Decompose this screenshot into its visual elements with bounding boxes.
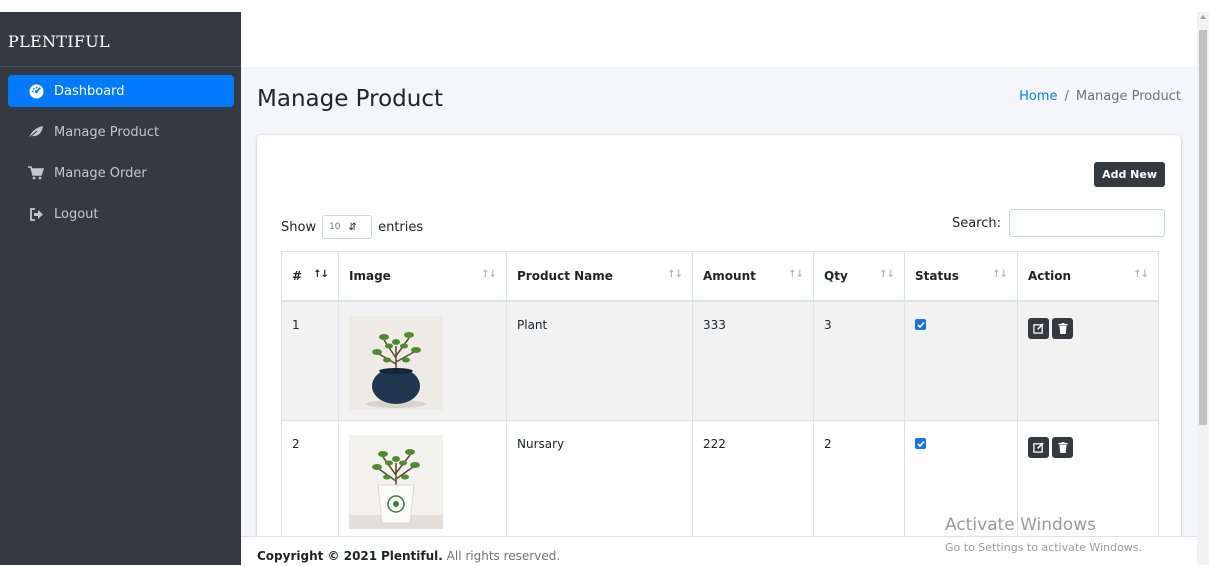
- row-index-cell: 2: [281, 420, 339, 540]
- breadcrumb-separator: /: [1064, 89, 1069, 104]
- check-icon: [916, 440, 925, 447]
- check-icon: [916, 321, 925, 328]
- breadcrumb-home-link[interactable]: Home: [1019, 89, 1057, 104]
- column-header-status[interactable]: Status ↑↓: [904, 251, 1018, 302]
- watermark-title: Activate Windows: [945, 515, 1096, 535]
- product-card: Add New Show 10 ⇵ entries Search: # ↑↓ Ima…: [257, 135, 1181, 565]
- sidebar-item-label: Logout: [54, 206, 99, 222]
- sort-icon: ↑↓: [481, 269, 497, 280]
- sidebar-item-label: Manage Order: [54, 165, 147, 181]
- edit-button[interactable]: [1028, 318, 1049, 339]
- trash-icon: [1057, 442, 1068, 453]
- footer-brand-link[interactable]: Plentiful.: [381, 549, 443, 563]
- leaf-icon: [28, 124, 44, 140]
- length-prefix: Show: [281, 219, 317, 235]
- delete-button[interactable]: [1052, 437, 1073, 458]
- trash-icon: [1057, 323, 1068, 334]
- edit-button[interactable]: [1028, 437, 1049, 458]
- tachometer-icon: [28, 83, 44, 99]
- status-checkbox[interactable]: [915, 319, 926, 330]
- search-input[interactable]: [1009, 209, 1165, 237]
- delete-button[interactable]: [1052, 318, 1073, 339]
- sort-icon: ↑↓: [992, 269, 1008, 280]
- column-header-qty[interactable]: Qty ↑↓: [813, 251, 905, 302]
- column-header-product-name[interactable]: Product Name ↑↓: [506, 251, 693, 302]
- table-header-row: # ↑↓ Image ↑↓ Product Name ↑↓ Amount ↑↓ Qty ↑…: [281, 251, 1159, 302]
- top-navbar: [241, 12, 1197, 68]
- sort-icon: ↑↓: [667, 269, 683, 280]
- product-image: [349, 435, 443, 529]
- sort-asc-icon: ↑↓: [313, 269, 329, 280]
- watermark-subtitle: Go to Settings to activate Windows.: [945, 541, 1143, 554]
- scrollbar-thumb[interactable]: [1199, 30, 1207, 425]
- sidebar-item-logout[interactable]: Logout: [8, 198, 234, 230]
- breadcrumb: Home / Manage Product: [1019, 89, 1181, 104]
- footer-text: Copyright © 2021 Plentiful. All rights r…: [257, 549, 560, 563]
- row-name-cell: Plant: [506, 300, 693, 421]
- sidebar-item-manage-product[interactable]: Manage Product: [8, 116, 234, 148]
- row-name-cell: Nursary: [506, 420, 693, 540]
- table-row: 1 Plant 333 3: [281, 300, 1159, 421]
- breadcrumb-current: Manage Product: [1075, 89, 1181, 104]
- footer-copyright: Copyright © 2021: [257, 549, 378, 563]
- column-header-action[interactable]: Action ↑↓: [1017, 251, 1159, 302]
- page-scrollbar[interactable]: [1197, 12, 1209, 565]
- search-label: Search:: [951, 215, 1001, 231]
- row-actions: [1028, 318, 1148, 339]
- edit-icon: [1033, 323, 1044, 334]
- sidebar-item-dashboard[interactable]: Dashboard: [8, 75, 234, 107]
- sidebar-item-manage-order[interactable]: Manage Order: [8, 157, 234, 189]
- windows-activation-watermark: Activate Windows Go to Settings to activ…: [945, 515, 1142, 554]
- row-action-cell: [1017, 300, 1159, 421]
- sort-icon: ↑↓: [1133, 269, 1149, 280]
- entries-select-value: 10: [329, 222, 341, 232]
- row-index-cell: 1: [281, 300, 339, 421]
- row-actions: [1028, 437, 1148, 458]
- row-qty-cell: 3: [813, 300, 905, 421]
- entries-select[interactable]: 10 ⇵: [322, 215, 373, 239]
- row-amount-cell: 333: [692, 300, 814, 421]
- brand-logo[interactable]: PLENTIFUL: [8, 32, 110, 51]
- sidebar-divider: [0, 66, 241, 67]
- table-search: Search:: [952, 209, 1165, 237]
- edit-icon: [1033, 442, 1044, 453]
- sign-out-icon: [28, 206, 44, 222]
- length-suffix: entries: [378, 219, 424, 235]
- row-qty-cell: 2: [813, 420, 905, 540]
- row-status-cell: [904, 300, 1018, 421]
- row-amount-cell: 222: [692, 420, 814, 540]
- sort-icon: ↑↓: [879, 269, 895, 280]
- select-arrows-icon: ⇵: [348, 221, 357, 233]
- scroll-up-icon[interactable]: [1200, 15, 1206, 19]
- column-header-amount[interactable]: Amount ↑↓: [692, 251, 814, 302]
- sidebar-item-label: Dashboard: [54, 83, 125, 99]
- product-table: # ↑↓ Image ↑↓ Product Name ↑↓ Amount ↑↓ Qty ↑…: [281, 251, 1159, 540]
- product-image: [349, 316, 443, 410]
- sidebar-item-label: Manage Product: [54, 124, 160, 140]
- cart-icon: [28, 165, 44, 181]
- column-header-index[interactable]: # ↑↓: [281, 251, 339, 302]
- column-header-image[interactable]: Image ↑↓: [338, 251, 507, 302]
- row-image-cell: [338, 420, 507, 540]
- status-checkbox[interactable]: [915, 438, 926, 449]
- sidebar: PLENTIFUL Dashboard Manage Product Manag…: [0, 12, 241, 565]
- entries-length-control: Show 10 ⇵ entries: [281, 215, 423, 239]
- page-title: Manage Product: [257, 86, 443, 112]
- row-image-cell: [338, 300, 507, 421]
- sort-icon: ↑↓: [788, 269, 804, 280]
- add-new-button[interactable]: Add New: [1094, 162, 1165, 187]
- footer-suffix: All rights reserved.: [446, 549, 561, 563]
- content-wrapper: Manage Product Home / Manage Product Add N…: [241, 67, 1197, 565]
